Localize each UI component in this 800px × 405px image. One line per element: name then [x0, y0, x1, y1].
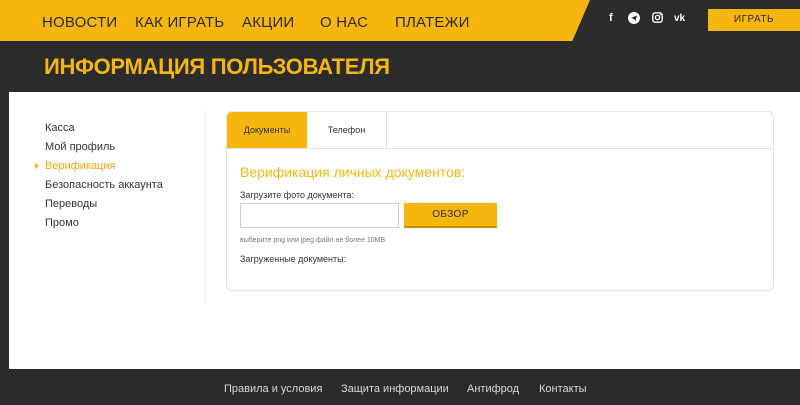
- active-marker-icon: [35, 163, 39, 169]
- sidebar-item-profile[interactable]: Мой профиль: [45, 141, 115, 153]
- nav-item-news[interactable]: НОВОСТИ: [42, 14, 117, 31]
- file-hint: выберите png или jpeg файл не более 10MB: [240, 237, 386, 244]
- nav-item-payments[interactable]: ПЛАТЕЖИ: [395, 14, 470, 31]
- uploaded-documents-label: Загруженные документы:: [240, 254, 347, 264]
- tabs-divider: [227, 148, 773, 149]
- footer-link-contacts[interactable]: Контакты: [539, 383, 587, 395]
- facebook-icon[interactable]: f: [609, 12, 613, 24]
- play-button[interactable]: ИГРАТЬ: [708, 9, 800, 31]
- sidebar-item-cashier[interactable]: Касса: [45, 122, 75, 134]
- footer-link-antifraud[interactable]: Антифрод: [467, 383, 519, 395]
- nav-item-about[interactable]: О НАС: [320, 14, 368, 31]
- document-file-input[interactable]: [240, 203, 399, 228]
- instagram-icon[interactable]: [652, 12, 663, 26]
- telegram-icon[interactable]: [628, 12, 640, 27]
- tab-documents[interactable]: Документы: [227, 112, 307, 149]
- sidebar-item-verification[interactable]: Верификация: [45, 160, 116, 172]
- browse-button[interactable]: ОБЗОР: [404, 203, 497, 228]
- nav-item-how-to-play[interactable]: КАК ИГРАТЬ: [135, 14, 224, 31]
- upload-label: Загрузите фото документа:: [240, 190, 354, 200]
- tab-separator: [386, 112, 387, 149]
- nav-item-promotions[interactable]: АКЦИИ: [242, 14, 294, 31]
- verification-heading: Верификация личных документов:: [240, 164, 466, 180]
- vk-icon[interactable]: vk: [674, 13, 685, 24]
- sidebar-divider: [205, 110, 206, 305]
- sidebar-item-security[interactable]: Безопасность аккаунта: [45, 179, 163, 191]
- sidebar-item-transfers[interactable]: Переводы: [45, 198, 97, 210]
- tab-phone[interactable]: Телефон: [307, 112, 386, 149]
- page-title: ИНФОРМАЦИЯ ПОЛЬЗОВАТЕЛЯ: [44, 54, 390, 79]
- footer-link-terms[interactable]: Правила и условия: [224, 383, 322, 395]
- sidebar-item-promo[interactable]: Промо: [45, 217, 79, 229]
- footer-link-privacy[interactable]: Защита информации: [341, 383, 449, 395]
